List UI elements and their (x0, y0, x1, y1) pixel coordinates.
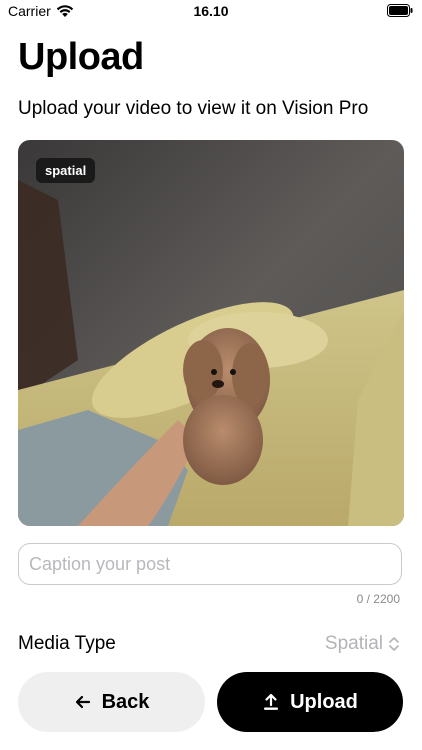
page-subtitle: Upload your video to view it on Vision P… (18, 98, 369, 119)
upload-icon (264, 693, 279, 710)
video-preview[interactable]: spatial (18, 140, 404, 526)
media-type-label: Media Type (18, 633, 116, 654)
media-type-value: Spatial (324, 633, 383, 654)
status-bar: Carrier 16.10 (0, 0, 422, 24)
media-type-select[interactable]: Spatial (325, 633, 400, 655)
page-title: Upload (18, 36, 144, 78)
upload-button-label: Upload (290, 690, 358, 713)
status-time: 16.10 (193, 3, 229, 19)
spatial-badge: spatial (36, 158, 96, 183)
back-button-label: Back (101, 690, 150, 713)
caption-input[interactable] (18, 543, 402, 585)
chevron-updown-icon (389, 637, 399, 651)
video-thumbnail-image (18, 140, 404, 526)
caption-char-counter: 0 / 2200 (356, 592, 400, 606)
upload-button[interactable]: Upload (217, 672, 403, 732)
battery-icon (387, 4, 413, 17)
back-button[interactable]: Back (18, 672, 205, 732)
arrow-left-icon (75, 695, 90, 709)
